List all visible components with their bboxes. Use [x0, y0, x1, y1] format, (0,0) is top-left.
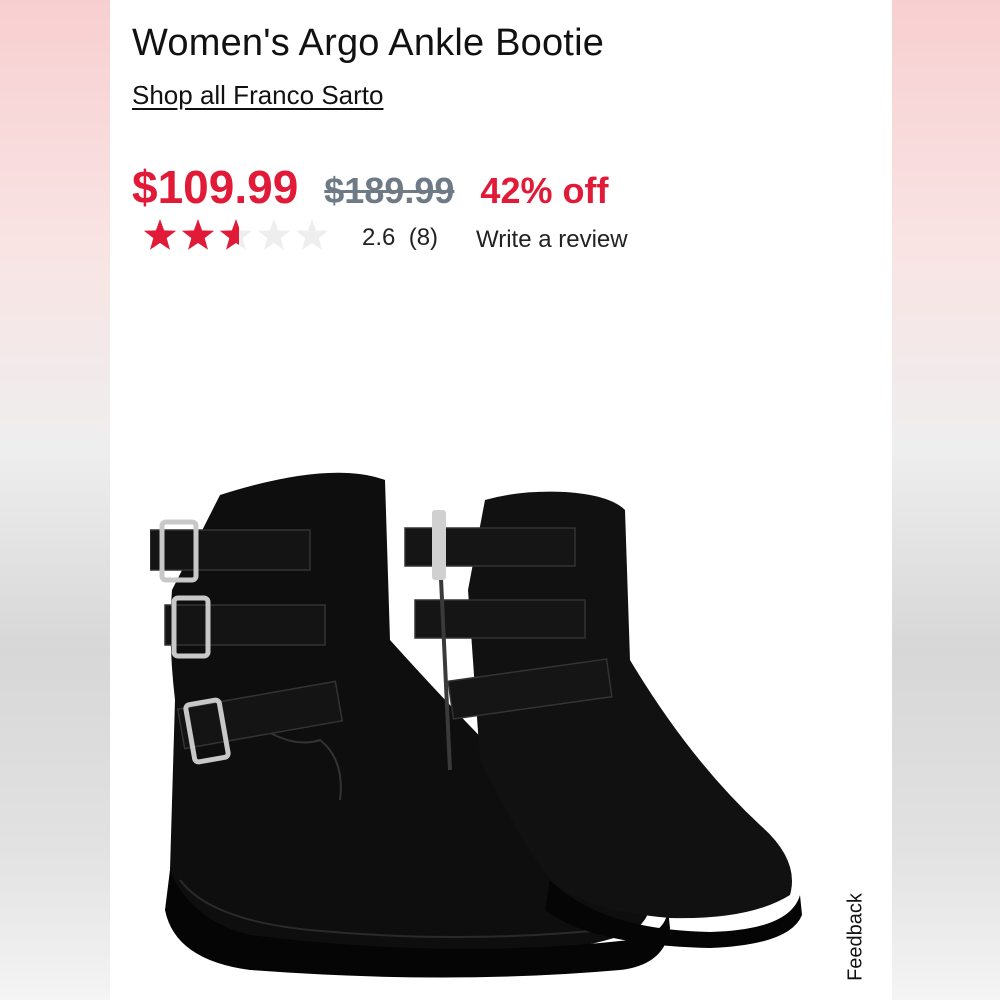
- feedback-label: Feedback: [844, 893, 867, 981]
- rating-value: 2.6: [362, 224, 396, 251]
- left-background: [0, 0, 110, 1000]
- shop-brand-link[interactable]: Shop all Franco Sarto: [132, 80, 383, 111]
- rating-row: 2.6 (8) Write a review: [140, 216, 740, 256]
- price-row: $109.99 $189.99 42% off: [132, 160, 608, 214]
- rating-summary: 2.6 (8): [362, 224, 438, 252]
- star-rating: [143, 219, 329, 250]
- star-icon: [181, 219, 215, 250]
- feedback-tab[interactable]: Feedback: [836, 878, 876, 996]
- product-card: Women's Argo Ankle Bootie Shop all Franc…: [110, 0, 892, 1000]
- write-review-link[interactable]: Write a review: [476, 226, 628, 254]
- discount-badge: 42% off: [480, 170, 609, 211]
- product-title: Women's Argo Ankle Bootie: [132, 22, 605, 64]
- sale-price: $109.99: [132, 161, 299, 213]
- rating-count: (8): [408, 224, 439, 251]
- screenshot-frame: Women's Argo Ankle Bootie Shop all Franc…: [0, 0, 1000, 1000]
- star-icon: [143, 219, 177, 250]
- star-icon: [295, 219, 329, 250]
- right-background: [892, 0, 1000, 1000]
- original-price: $189.99: [324, 170, 455, 211]
- star-icon: [257, 219, 291, 250]
- boots-image-icon: [150, 472, 802, 978]
- star-icon: [219, 219, 253, 250]
